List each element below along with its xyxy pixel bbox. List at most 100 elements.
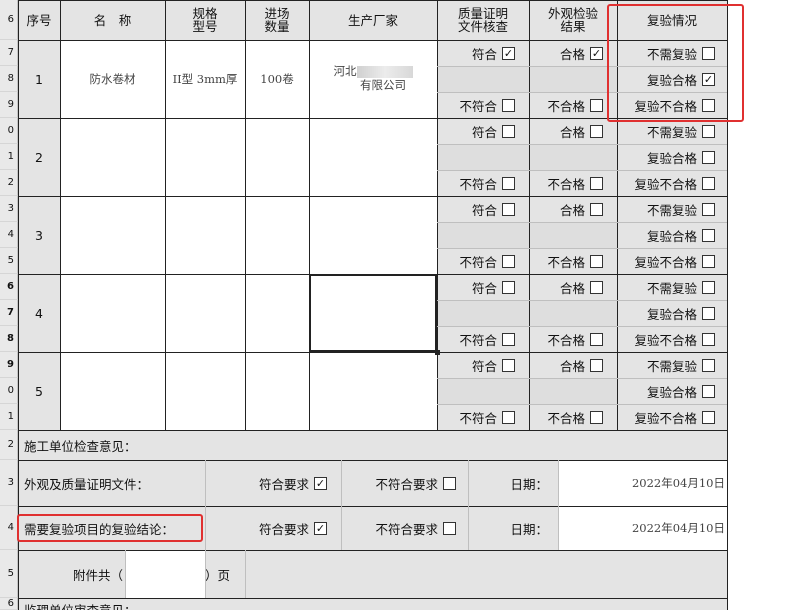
row-number[interactable]: 2 <box>0 170 18 196</box>
fail-checkbox[interactable] <box>590 98 603 112</box>
retest-fail-checkbox[interactable] <box>702 332 715 346</box>
row-number[interactable]: 0 <box>0 118 18 144</box>
row-number[interactable]: 8 <box>0 326 18 352</box>
spec-cell[interactable] <box>165 274 245 352</box>
qty-cell[interactable] <box>245 274 309 352</box>
row-number[interactable]: 6 <box>0 598 18 610</box>
no-retest-checkbox[interactable] <box>702 280 715 294</box>
retest-fail-label: 复验不合格 <box>634 410 697 426</box>
row-number[interactable]: 3 <box>0 196 18 222</box>
row-number[interactable]: 4 <box>0 222 18 248</box>
spec-cell[interactable] <box>165 352 245 430</box>
retest-pass-checkbox[interactable] <box>702 384 715 398</box>
pass-checkbox[interactable]: ✓ <box>590 46 603 60</box>
nonconform-checkbox[interactable] <box>502 176 515 190</box>
pass-checkbox[interactable] <box>590 280 603 294</box>
row-number[interactable]: 7 <box>0 40 18 66</box>
no-retest-checkbox[interactable] <box>702 124 715 138</box>
retest-fail-checkbox[interactable] <box>702 410 715 424</box>
contractor-opinion-row: 施工单位检查意见： <box>18 430 727 460</box>
name-cell[interactable]: 防水卷材 <box>60 40 165 118</box>
retest-pass-checkbox[interactable] <box>702 228 715 242</box>
maker-line: 河北 <box>334 64 413 78</box>
row-number[interactable]: 0 <box>0 378 18 404</box>
maker-cell[interactable]: 河北 有限公司 <box>309 40 437 118</box>
qty-cell[interactable] <box>245 118 309 196</box>
retest-pass-checkbox[interactable] <box>702 150 715 164</box>
spec-cell[interactable] <box>165 118 245 196</box>
maker-cell[interactable] <box>309 352 437 430</box>
fail-checkbox[interactable] <box>590 332 603 346</box>
conform-checkbox[interactable] <box>502 280 515 294</box>
grid-line <box>437 326 727 327</box>
fill-handle[interactable] <box>435 350 440 355</box>
name-cell[interactable] <box>60 352 165 430</box>
grid-line <box>125 550 126 598</box>
retest-pass-checkbox[interactable] <box>702 306 715 320</box>
header-qty: 进场 数量 <box>245 0 309 40</box>
conform-checkbox[interactable] <box>502 124 515 138</box>
no-retest-checkbox[interactable] <box>702 358 715 372</box>
appearance-subcell <box>529 144 617 170</box>
maker-cell[interactable] <box>309 274 437 352</box>
maker-cell[interactable] <box>309 196 437 274</box>
row-number[interactable]: 6 <box>0 274 18 300</box>
qty-cell[interactable]: 100卷 <box>245 40 309 118</box>
meets-checkbox[interactable]: ✓ <box>314 476 327 490</box>
attachment-prefix: 附件共（ <box>72 567 123 583</box>
spec-cell[interactable]: II型 3mm厚 <box>165 40 245 118</box>
cert-subcell: 不符合 <box>437 248 529 274</box>
row-number[interactable]: 7 <box>0 300 18 326</box>
row-number[interactable]: 3 <box>0 460 18 506</box>
row-number[interactable]: 9 <box>0 92 18 118</box>
row-number[interactable]: 2 <box>0 430 18 460</box>
retest-conclusion-date-cell[interactable]: 2022年04月10日 <box>558 506 727 550</box>
row-number[interactable]: 4 <box>0 506 18 550</box>
not-meets-checkbox[interactable] <box>443 521 456 535</box>
fail-checkbox[interactable] <box>590 254 603 268</box>
pass-checkbox[interactable] <box>590 358 603 372</box>
spec-cell[interactable] <box>165 196 245 274</box>
no-retest-label: 不需复验 <box>646 358 697 374</box>
name-cell[interactable] <box>60 196 165 274</box>
qty-cell[interactable] <box>245 352 309 430</box>
nonconform-checkbox[interactable] <box>502 332 515 346</box>
nonconform-checkbox[interactable] <box>502 98 515 112</box>
row-number[interactable]: 1 <box>0 144 18 170</box>
conform-checkbox[interactable] <box>502 202 515 216</box>
retest-fail-label: 复验不合格 <box>634 332 697 348</box>
name-cell[interactable] <box>60 118 165 196</box>
fail-checkbox[interactable] <box>590 410 603 424</box>
meets-checkbox[interactable]: ✓ <box>314 521 327 535</box>
no-retest-checkbox[interactable] <box>702 202 715 216</box>
row-number[interactable]: 5 <box>0 248 18 274</box>
not-meets-checkbox[interactable] <box>443 476 456 490</box>
fail-checkbox[interactable] <box>590 176 603 190</box>
row-number[interactable]: 8 <box>0 66 18 92</box>
grid-line <box>437 144 727 145</box>
retest-fail-checkbox[interactable] <box>702 176 715 190</box>
row-number[interactable]: 1 <box>0 404 18 430</box>
date-label: 日期： <box>510 521 548 537</box>
row-number[interactable]: 6 <box>0 0 18 40</box>
pass-checkbox[interactable] <box>590 202 603 216</box>
nonconform-checkbox[interactable] <box>502 254 515 268</box>
conform-label: 符合 <box>471 358 497 374</box>
conform-checkbox[interactable] <box>502 358 515 372</box>
appearance-subcell: 不合格 <box>529 248 617 274</box>
row-number[interactable]: 5 <box>0 550 18 598</box>
qty-cell[interactable] <box>245 196 309 274</box>
retest-subcell: 复验不合格 <box>617 170 727 196</box>
attachment-count-input[interactable] <box>125 550 205 598</box>
name-cell[interactable] <box>60 274 165 352</box>
retest-conclusion-not-meets-cell: 不符合要求 <box>341 506 468 550</box>
appearance-date-cell[interactable]: 2022年04月10日 <box>558 460 727 506</box>
cert-subcell: 不符合 <box>437 92 529 118</box>
conform-checkbox[interactable]: ✓ <box>502 46 515 60</box>
maker-cell[interactable] <box>309 118 437 196</box>
retest-fail-checkbox[interactable] <box>702 254 715 268</box>
nonconform-checkbox[interactable] <box>502 410 515 424</box>
pass-checkbox[interactable] <box>590 124 603 138</box>
appearance-subcell: 合格 ✓ <box>529 40 617 66</box>
row-number[interactable]: 9 <box>0 352 18 378</box>
